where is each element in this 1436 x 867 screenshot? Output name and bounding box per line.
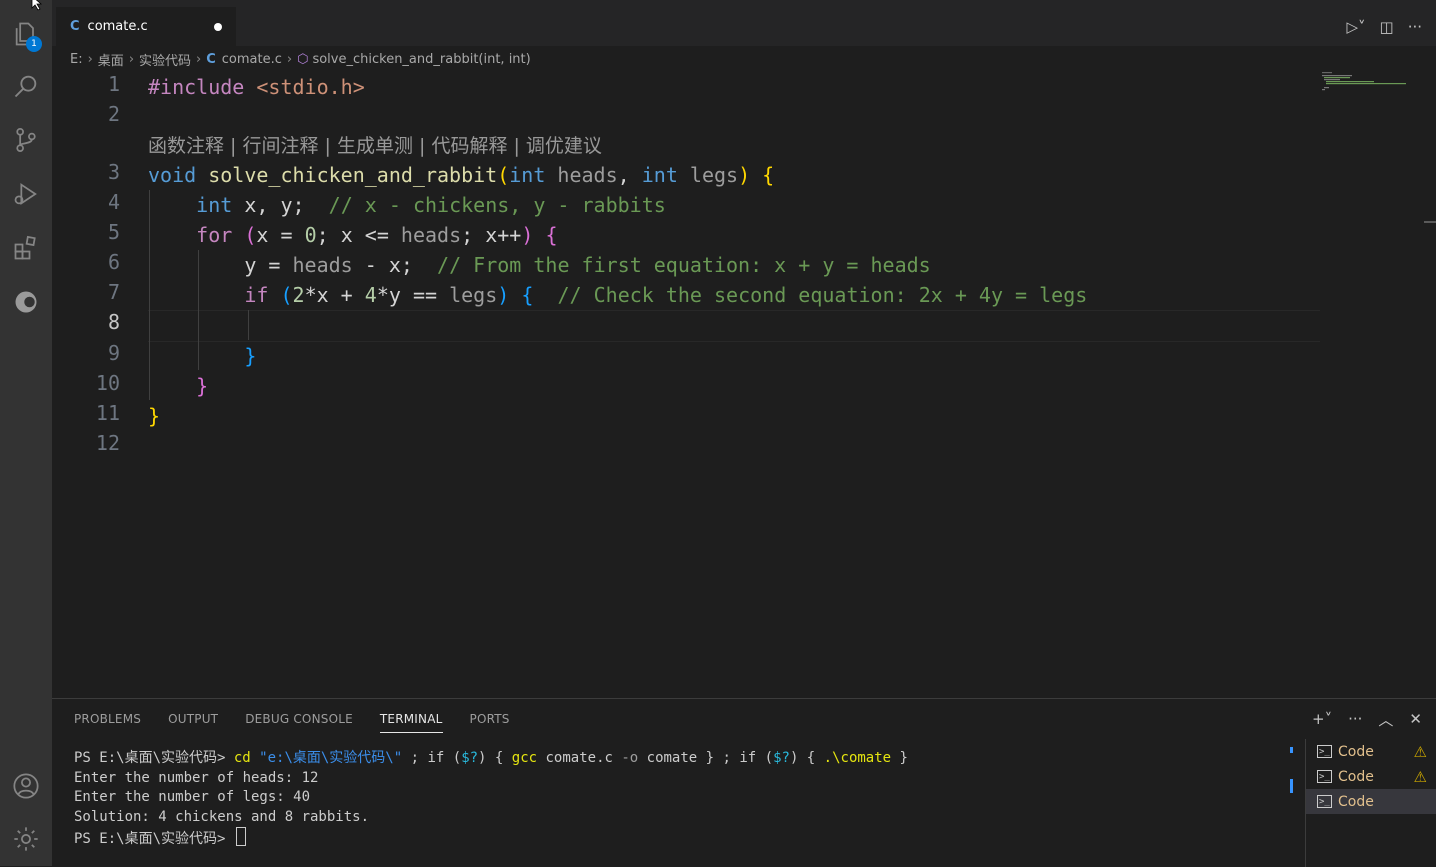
tab-terminal[interactable]: TERMINAL — [379, 699, 443, 739]
code-line-9: } — [244, 344, 257, 368]
line-number: 6 — [107, 250, 120, 274]
tab-ports[interactable]: PORTS — [470, 699, 510, 739]
line-number: 12 — [95, 431, 120, 455]
code-line-3: void solve_chicken_and_rabbit(int heads,… — [148, 163, 775, 187]
tab-problems[interactable]: PROBLEMS — [74, 699, 141, 739]
line-number: 9 — [107, 341, 120, 365]
terminal-line: Solution: 4 chickens and 8 rabbits. — [74, 808, 370, 825]
run-debug-icon[interactable] — [10, 178, 42, 210]
current-line-highlight — [148, 310, 1320, 342]
code-editor[interactable]: 1 2 3 4 5 6 7 8 9 10 11 12 #include <std… — [52, 72, 1436, 698]
warning-icon: ⚠ — [1413, 767, 1427, 786]
c-file-icon: C — [206, 51, 216, 67]
code-line-10: } — [196, 374, 209, 398]
terminal-list-item[interactable]: >_ Code ⚠ — [1306, 764, 1436, 789]
tab-comate-c[interactable]: C comate.c — [56, 7, 236, 46]
terminal-list: >_ Code ⚠ >_ Code ⚠ >_ Code — [1305, 739, 1436, 867]
terminal-line: Enter the number of legs: 40 — [74, 789, 311, 805]
new-terminal-plus-icon[interactable]: +˅ — [1312, 710, 1332, 728]
breadcrumb-desktop[interactable]: 桌面 — [98, 50, 124, 69]
c-file-icon: C — [70, 19, 80, 34]
terminal-icon: >_ — [1317, 795, 1332, 808]
code-line-4: int x, y; // x - chickens, y - rabbits — [196, 193, 666, 217]
code-line-7: if (2*x + 4*y == legs) { // Check the se… — [244, 283, 1088, 307]
line-number: 2 — [107, 102, 120, 126]
editor-actions: ▷˅ ◫ ··· — [1346, 7, 1422, 46]
activity-bar: 1 — [0, 0, 52, 866]
breadcrumb-folder[interactable]: 实验代码 — [139, 50, 191, 69]
split-editor-icon[interactable]: ◫ — [1380, 18, 1394, 36]
comate-icon[interactable] — [10, 286, 42, 318]
code-line-11: } — [148, 404, 161, 428]
breadcrumb-drive[interactable]: E: — [70, 52, 83, 67]
bottom-panel: PROBLEMS OUTPUT DEBUG CONSOLE TERMINAL P… — [52, 698, 1436, 867]
source-control-icon[interactable] — [10, 124, 42, 156]
indent-guide — [248, 310, 249, 340]
run-debug-dropdown-icon[interactable]: ▷˅ — [1346, 18, 1365, 36]
mouse-cursor-icon — [31, 0, 43, 11]
line-number: 5 — [107, 220, 120, 244]
function-symbol-icon: ⬡ — [297, 51, 309, 67]
settings-gear-icon[interactable] — [10, 823, 42, 855]
explorer-badge: 1 — [26, 36, 42, 52]
minimap[interactable] — [1318, 72, 1418, 102]
more-actions-icon[interactable]: ··· — [1408, 18, 1422, 36]
maximize-panel-chevron-up-icon[interactable]: ︿ — [1378, 709, 1393, 730]
line-number: 4 — [107, 190, 120, 214]
panel-actions: +˅ ··· ︿ ✕ — [1312, 699, 1422, 739]
account-icon[interactable] — [10, 770, 42, 802]
chevron-right-icon: › — [196, 51, 202, 67]
unsaved-dot-icon[interactable] — [214, 22, 222, 31]
code-lens-actions[interactable]: 函数注释 | 行间注释 | 生成单测 | 代码解释 | 调优建议 — [148, 131, 602, 161]
terminal-list-item-active[interactable]: >_ Code — [1306, 789, 1436, 814]
tab-filename: comate.c — [87, 19, 148, 34]
terminal-cursor — [235, 827, 246, 846]
chevron-right-icon: › — [286, 51, 293, 67]
breadcrumb-function[interactable]: solve_chicken_and_rabbit(int, int) — [312, 52, 530, 67]
terminal-scroll-markers — [1290, 747, 1293, 793]
breadcrumb-file[interactable]: comate.c — [222, 52, 282, 67]
line-number: 11 — [95, 401, 120, 425]
terminal-list-item[interactable]: >_ Code ⚠ — [1306, 739, 1436, 764]
warning-icon: ⚠ — [1413, 742, 1427, 761]
scrollbar-position-marker[interactable] — [1424, 221, 1436, 223]
search-icon[interactable] — [10, 70, 42, 102]
chevron-right-icon: › — [87, 51, 93, 67]
close-panel-icon[interactable]: ✕ — [1409, 710, 1422, 728]
window-top-strip — [0, 0, 1436, 7]
editor-tab-bar: C comate.c ▷˅ ◫ ··· — [52, 7, 1436, 46]
extensions-icon[interactable] — [10, 232, 42, 264]
line-number: 10 — [95, 371, 120, 395]
line-number: 1 — [107, 72, 120, 96]
code-line-1: #include <stdio.h> — [148, 75, 365, 99]
panel-tabs: PROBLEMS OUTPUT DEBUG CONSOLE TERMINAL P… — [74, 699, 537, 739]
breadcrumb: E: › 桌面 › 实验代码 › C comate.c › ⬡ solve_ch… — [52, 46, 1436, 72]
code-line-6: y = heads - x; // From the first equatio… — [244, 253, 931, 277]
terminal-line: Enter the number of heads: 12 — [74, 769, 319, 786]
terminal-output[interactable]: PS E:\桌面\实验代码> cd "e:\桌面\实验代码\" ; if ($?… — [74, 749, 1294, 847]
line-number: 7 — [107, 280, 120, 304]
terminal-prompt-line: PS E:\桌面\实验代码> — [74, 827, 1294, 847]
line-number: 3 — [107, 160, 120, 184]
tab-output[interactable]: OUTPUT — [168, 699, 218, 739]
terminal-line: PS E:\桌面\实验代码> cd "e:\桌面\实验代码\" ; if ($?… — [74, 750, 908, 766]
tab-debug-console[interactable]: DEBUG CONSOLE — [245, 699, 353, 739]
terminal-icon: >_ — [1317, 770, 1332, 783]
chevron-right-icon: › — [128, 51, 135, 67]
line-number: 8 — [107, 310, 120, 334]
more-actions-icon[interactable]: ··· — [1348, 710, 1362, 728]
code-line-5: for (x = 0; x <= heads; x++) { — [196, 223, 558, 247]
terminal-icon: >_ — [1317, 745, 1332, 758]
